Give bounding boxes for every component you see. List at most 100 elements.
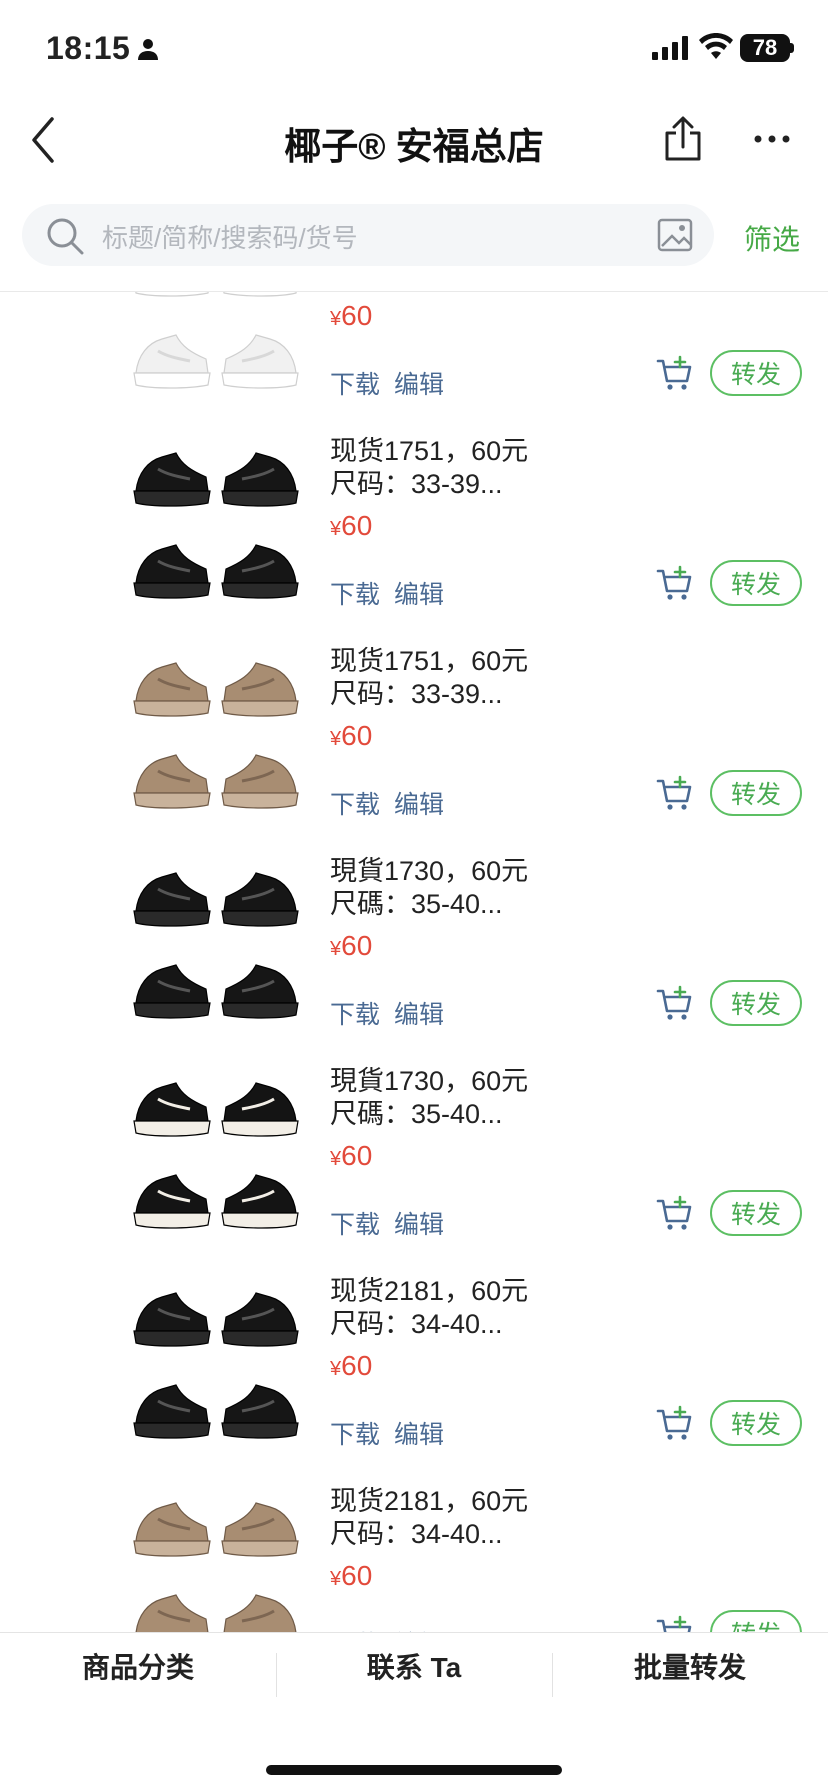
currency-symbol: ¥ (330, 1358, 342, 1380)
add-to-cart-icon[interactable] (656, 985, 694, 1023)
more-options-icon[interactable] (752, 126, 792, 152)
product-size: 尺码：33-39... (330, 469, 503, 499)
list-item[interactable]: 现货2181，60元尺码：34-40...¥60下载编辑转发 (0, 1467, 828, 1632)
shoe-image (218, 292, 304, 309)
product-thumbnail[interactable] (128, 435, 306, 613)
download-link[interactable]: 下载 (330, 1415, 380, 1451)
wifi-icon (699, 33, 733, 59)
product-price: ¥60 (330, 720, 373, 751)
shoe-image (218, 1161, 304, 1241)
list-item[interactable]: 现货1751，60元 尺码：33-39... ¥60 下载 编辑 转发 (0, 627, 828, 837)
forward-button[interactable]: 转发 (710, 1400, 802, 1446)
shoe-image (128, 951, 214, 1031)
forward-button[interactable]: 转发 (710, 1190, 802, 1236)
filter-button[interactable]: 筛选 (744, 218, 800, 258)
share-icon[interactable] (662, 116, 704, 162)
currency-symbol: ¥ (330, 518, 342, 540)
shoe-image (218, 531, 304, 611)
forward-button[interactable]: 转发 (710, 560, 802, 606)
product-thumbnail[interactable] (128, 1485, 306, 1632)
product-size: 尺码：34-40... (330, 1519, 503, 1549)
edit-link[interactable]: 编辑 (394, 1205, 444, 1241)
product-price: ¥60 (330, 1140, 373, 1171)
forward-button[interactable]: 转发 (710, 770, 802, 816)
forward-button[interactable]: 转发 (710, 980, 802, 1026)
product-thumbnail[interactable] (128, 292, 306, 403)
battery-indicator: 78 (740, 34, 790, 62)
shoe-image (128, 531, 214, 611)
currency-symbol: ¥ (330, 728, 342, 750)
list-item[interactable]: 現貨1730，60元 尺碼：35-40... ¥60 下载 编辑 转发 (0, 1047, 828, 1257)
shoe-image (218, 321, 304, 401)
add-to-cart-icon[interactable] (656, 1195, 694, 1233)
currency-symbol: ¥ (330, 938, 342, 960)
product-thumbnail[interactable] (128, 855, 306, 1033)
product-price: ¥60 (330, 510, 373, 541)
product-thumbnail[interactable] (128, 1275, 306, 1453)
edit-link[interactable]: 编辑 (394, 575, 444, 611)
forward-button[interactable]: 转发 (710, 350, 802, 396)
tab-contact[interactable]: 联系 Ta (276, 1633, 552, 1699)
list-item[interactable]: 尺码：35-40...¥60下载编辑转发 (0, 292, 828, 417)
home-indicator (266, 1765, 562, 1775)
shoe-image (218, 1489, 304, 1569)
add-to-cart-icon[interactable] (656, 775, 694, 813)
search-icon (47, 218, 84, 255)
shoe-image (218, 649, 304, 729)
shoe-image (128, 1371, 214, 1451)
add-to-cart-icon[interactable] (656, 1615, 694, 1632)
list-item[interactable]: 现货2181，60元尺码：34-40...¥60下载编辑转发 (0, 1257, 828, 1467)
product-size: 尺碼：35-40... (330, 889, 503, 919)
shoe-image (218, 1371, 304, 1451)
tab-product-category[interactable]: 商品分类 (0, 1633, 276, 1699)
download-link[interactable]: 下载 (330, 995, 380, 1031)
shoe-image (128, 1581, 214, 1632)
tab-batch-forward[interactable]: 批量转发 (552, 1633, 828, 1699)
shoe-image (128, 1069, 214, 1149)
currency-symbol: ¥ (330, 308, 342, 330)
currency-symbol: ¥ (330, 1568, 342, 1590)
shoe-image (128, 1161, 214, 1241)
list-item[interactable]: 現貨1730，60元 尺碼：35-40... ¥60 下载 编辑 转发 (0, 837, 828, 1047)
shoe-image (128, 321, 214, 401)
forward-button[interactable]: 转发 (710, 1610, 802, 1632)
shoe-image (218, 1581, 304, 1632)
product-price: ¥60 (330, 300, 373, 331)
download-link[interactable]: 下载 (330, 365, 380, 401)
edit-link[interactable]: 编辑 (394, 785, 444, 821)
shoe-image (218, 1279, 304, 1359)
edit-link[interactable]: 编辑 (394, 995, 444, 1031)
shoe-image (128, 292, 214, 309)
currency-symbol: ¥ (330, 1148, 342, 1170)
list-item[interactable]: 现货1751，60元 尺码：33-39... ¥60 下载 编辑 转发 (0, 417, 828, 627)
shoe-image (128, 741, 214, 821)
bottom-action-bar: 商品分类 联系 Ta 批量转发 (0, 1632, 828, 1699)
shoe-image (128, 1279, 214, 1359)
shoe-image (128, 649, 214, 729)
edit-link[interactable]: 编辑 (394, 365, 444, 401)
person-icon (138, 39, 158, 60)
product-thumbnail[interactable] (128, 1065, 306, 1243)
add-to-cart-icon[interactable] (656, 1405, 694, 1443)
product-price: ¥60 (330, 1350, 373, 1381)
download-link[interactable]: 下载 (330, 1205, 380, 1241)
product-list[interactable]: 尺码：35-40...¥60下载编辑转发现货1751，60元尺码：33-39..… (0, 292, 828, 1632)
download-link[interactable]: 下载 (330, 1625, 380, 1632)
download-link[interactable]: 下载 (330, 575, 380, 611)
download-link[interactable]: 下载 (330, 785, 380, 821)
shoe-image (128, 859, 214, 939)
product-thumbnail[interactable] (128, 645, 306, 823)
shoe-image (218, 741, 304, 821)
edit-link[interactable]: 编辑 (394, 1415, 444, 1451)
shoe-image (128, 439, 214, 519)
shoe-image (218, 951, 304, 1031)
product-size: 尺碼：35-40... (330, 1099, 503, 1129)
add-to-cart-icon[interactable] (656, 355, 694, 393)
edit-link[interactable]: 编辑 (394, 1625, 444, 1632)
shoe-image (218, 439, 304, 519)
image-search-icon[interactable] (656, 217, 694, 253)
shoe-image (128, 1489, 214, 1569)
battery-level: 78 (752, 35, 778, 60)
add-to-cart-icon[interactable] (656, 565, 694, 603)
shoe-image (218, 859, 304, 939)
